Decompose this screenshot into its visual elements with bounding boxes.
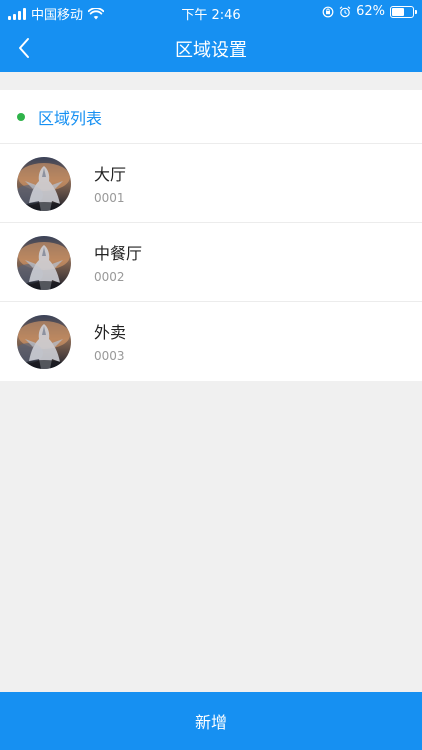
list-item[interactable]: 中餐厅 0002: [0, 223, 422, 302]
area-code: 0003: [94, 349, 125, 363]
avatar: [17, 157, 71, 211]
section-title: 区域列表: [38, 108, 103, 128]
avatar-image: [17, 236, 71, 290]
avatar: [17, 315, 71, 369]
status-bar: 中国移动 下午 2:46 62%: [0, 0, 422, 24]
area-code: 0002: [94, 270, 125, 284]
avatar-image: [17, 315, 71, 369]
area-name: 中餐厅: [94, 244, 143, 263]
section-header: 区域列表: [0, 90, 422, 144]
list-item[interactable]: 外卖 0003: [0, 302, 422, 381]
battery-icon: [390, 5, 417, 18]
area-name: 外卖: [94, 323, 127, 342]
area-code: 0001: [94, 191, 125, 205]
area-list: 大厅 0001 中餐厅 0002 外卖 0003: [0, 144, 422, 381]
battery-percent: 62%: [356, 4, 385, 19]
add-button[interactable]: 新增: [0, 692, 422, 750]
area-name: 大厅: [94, 165, 127, 184]
section-dot-icon: [17, 112, 25, 121]
nav-bar: 区域设置: [0, 24, 422, 72]
avatar-image: [17, 157, 71, 211]
status-bar-right: 62%: [322, 4, 417, 19]
battery-fill: [392, 7, 405, 16]
list-item[interactable]: 大厅 0001: [0, 144, 422, 223]
lock-rotation-icon: [322, 6, 334, 17]
avatar: [17, 236, 71, 290]
alarm-icon: [339, 5, 351, 17]
page-title: 区域设置: [175, 40, 247, 61]
